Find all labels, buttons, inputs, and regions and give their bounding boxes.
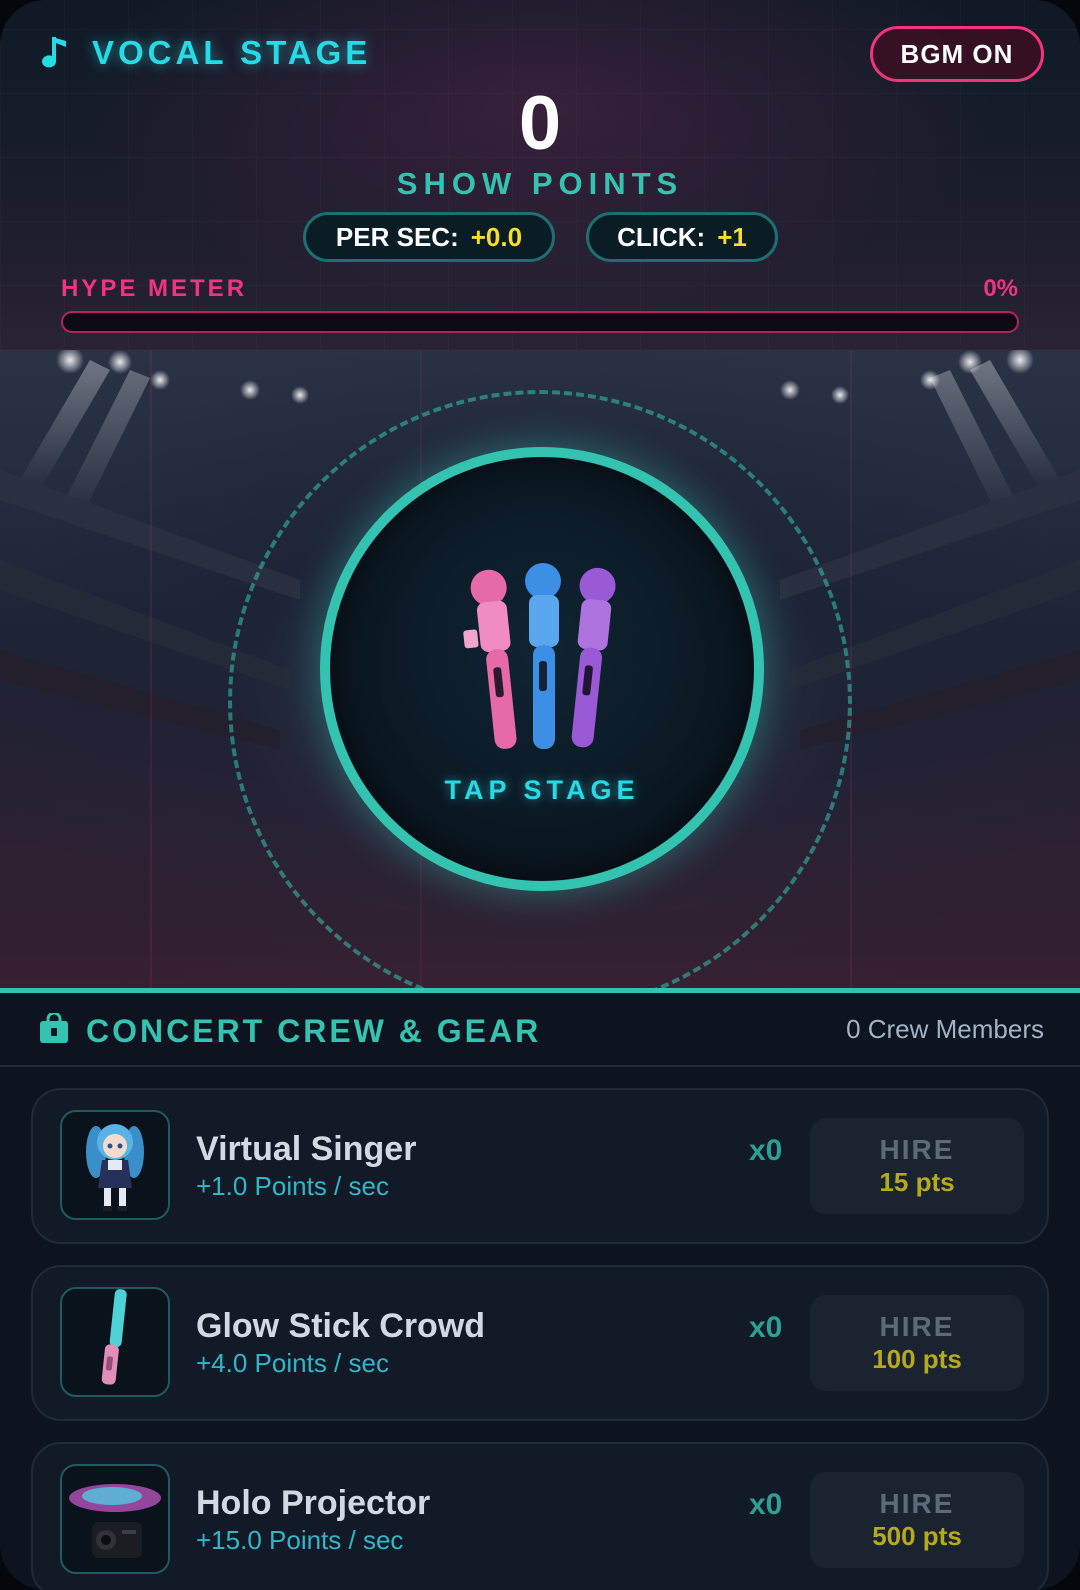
hire-label: HIRE — [879, 1134, 955, 1165]
microphone-icon — [463, 563, 616, 749]
shop-item-holo-projector: Holo Projector +15.0 Points / sec x0 HIR… — [31, 1442, 1049, 1590]
per-sec-label: PER SEC: — [335, 221, 459, 252]
virtual-singer-icon — [86, 1124, 144, 1211]
item-name: Virtual Singer — [196, 1130, 417, 1168]
item-owned-count: x0 — [749, 1488, 783, 1521]
per-sec-badge: PER SEC: +0.0 — [303, 212, 555, 262]
shop-item-virtual-singer: Virtual Singer +1.0 Points / sec x0 HIRE… — [31, 1088, 1049, 1244]
hype-meter-percent: 0% — [983, 275, 1018, 302]
tap-stage-label: TAP STAGE — [444, 775, 640, 805]
per-sec-value: +0.0 — [470, 221, 523, 252]
click-value: +1 — [717, 221, 747, 252]
game-app: VOCAL STAGE BGM ON 0 SHOW POINTS PER SEC… — [0, 0, 1080, 1590]
hire-button[interactable]: HIRE 100 pts — [810, 1295, 1024, 1391]
brand: VOCAL STAGE — [42, 34, 371, 72]
holo-projector-icon — [69, 1484, 161, 1558]
hire-cost: 15 pts — [879, 1167, 955, 1197]
score-label: SHOW POINTS — [396, 166, 684, 201]
item-rate: +1.0 Points / sec — [196, 1171, 389, 1201]
shop-header: CONCERT CREW & GEAR 0 Crew Members — [0, 993, 1080, 1067]
item-rate: +15.0 Points / sec — [196, 1525, 404, 1555]
shopping-bag-icon — [40, 1013, 68, 1043]
item-thumbnail — [60, 1464, 170, 1574]
hire-cost: 500 pts — [872, 1521, 962, 1551]
stage-area: TAP STAGE — [0, 350, 1080, 988]
shop-panel: CONCERT CREW & GEAR 0 Crew Members Virtu… — [0, 988, 1080, 1590]
tap-stage-button[interactable]: TAP STAGE — [320, 447, 764, 891]
hire-button[interactable]: HIRE 500 pts — [810, 1472, 1024, 1568]
item-rate: +4.0 Points / sec — [196, 1348, 389, 1378]
item-thumbnail — [60, 1287, 170, 1397]
item-name: Glow Stick Crowd — [196, 1307, 486, 1345]
crew-count: 0 Crew Members — [846, 1014, 1044, 1044]
hype-meter-bar — [61, 311, 1019, 333]
hype-meter-label: HYPE METER — [61, 275, 248, 302]
hire-label: HIRE — [879, 1488, 955, 1519]
bgm-toggle-button[interactable]: BGM ON — [870, 26, 1044, 82]
score-value: 0 — [518, 81, 562, 166]
glow-stick-icon — [101, 1289, 127, 1385]
header: VOCAL STAGE BGM ON 0 SHOW POINTS PER SEC… — [0, 0, 1080, 350]
shop-item-glow-stick-crowd: Glow Stick Crowd +4.0 Points / sec x0 HI… — [31, 1265, 1049, 1421]
music-note-icon — [42, 37, 66, 68]
click-badge: CLICK: +1 — [586, 212, 778, 262]
hire-label: HIRE — [879, 1311, 955, 1342]
item-thumbnail — [60, 1110, 170, 1220]
item-name: Holo Projector — [196, 1484, 431, 1522]
item-owned-count: x0 — [749, 1134, 783, 1167]
item-owned-count: x0 — [749, 1311, 783, 1344]
hire-cost: 100 pts — [872, 1344, 962, 1374]
app-title: VOCAL STAGE — [92, 34, 372, 71]
hire-button[interactable]: HIRE 15 pts — [810, 1118, 1024, 1214]
click-label: CLICK: — [617, 221, 706, 252]
shop-title: CONCERT CREW & GEAR — [86, 1013, 542, 1049]
